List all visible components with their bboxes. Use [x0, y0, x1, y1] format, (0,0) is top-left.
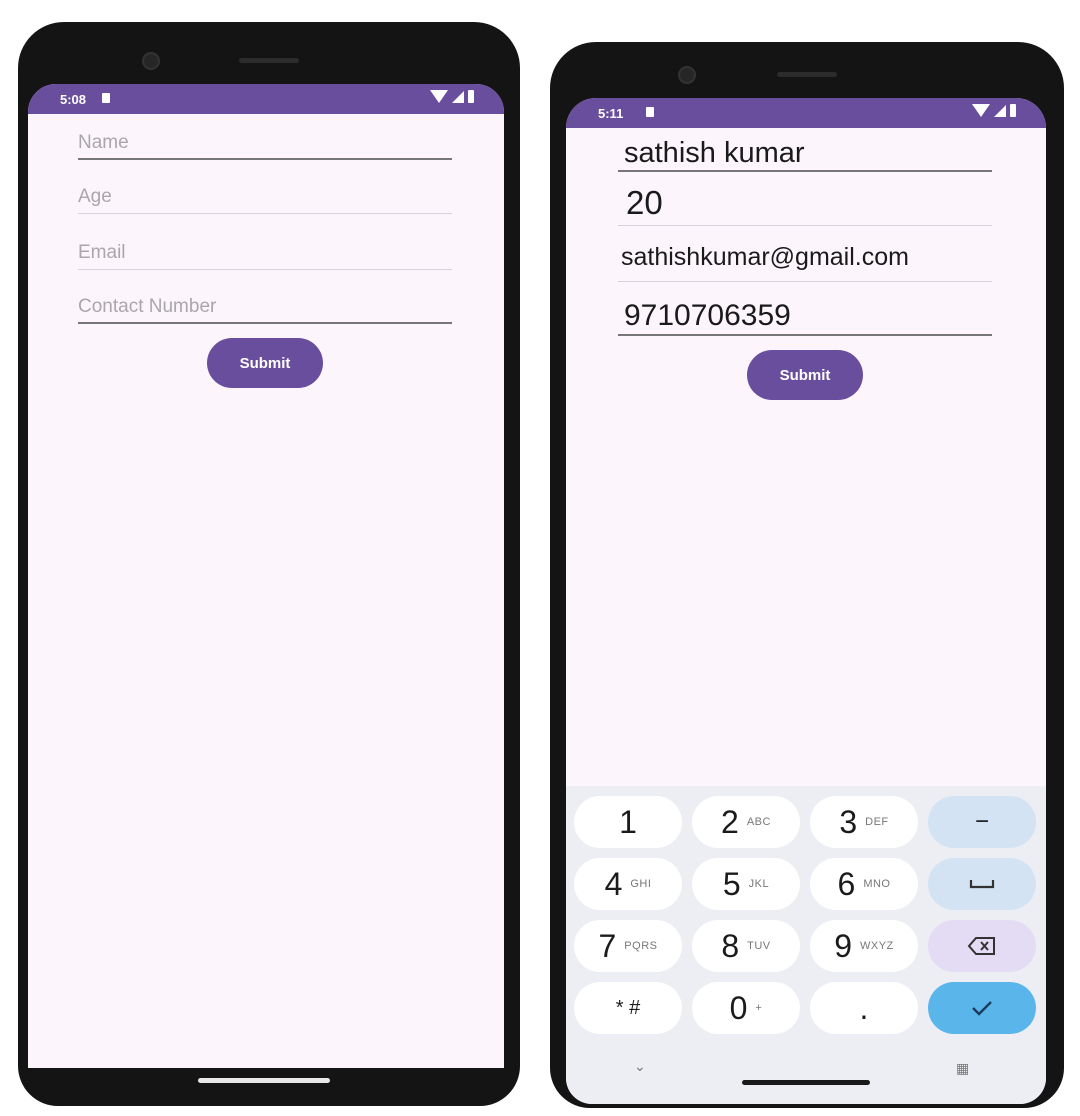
- key-4[interactable]: 4 GHI: [574, 858, 682, 910]
- status-bar: 5:08: [28, 84, 504, 114]
- age-field[interactable]: 20: [618, 184, 992, 226]
- signal-icon: [994, 104, 1006, 117]
- key-7[interactable]: 7 PQRS: [574, 920, 682, 972]
- key-digit: 5: [722, 865, 741, 902]
- name-value: sathish kumar: [624, 137, 805, 169]
- right-phone-frame: 5:11 sathish kumar 20 sathishkumar@gmail…: [550, 42, 1064, 1108]
- key-digit: 8: [721, 927, 740, 964]
- key-digit: .: [859, 989, 869, 1026]
- key-digit: * #: [615, 996, 641, 1019]
- key-minus[interactable]: −: [928, 796, 1036, 848]
- right-screen: 5:11 sathish kumar 20 sathishkumar@gmail…: [566, 98, 1046, 1104]
- key-digit: 9: [834, 927, 852, 964]
- contact-number-placeholder: Contact Number: [78, 296, 217, 317]
- key-3[interactable]: 3 DEF: [810, 796, 918, 848]
- key-letters: +: [755, 1002, 763, 1014]
- numeric-keyboard: 1 2 ABC 3 DEF − 4 GHI 5 JKL 6 MNO 7 PQRS…: [566, 786, 1046, 1104]
- key-letters: TUV: [747, 940, 771, 952]
- wifi-icon: [430, 90, 448, 103]
- email-underline: [618, 281, 992, 282]
- battery-icon: [1010, 104, 1016, 117]
- key-digit: 3: [839, 803, 858, 840]
- key-digit: 0: [729, 989, 748, 1026]
- signal-icon: [452, 90, 464, 103]
- key-letters: JKL: [748, 878, 770, 890]
- backspace-icon: [967, 937, 995, 955]
- name-underline: [78, 158, 452, 160]
- key-backspace[interactable]: [928, 920, 1036, 972]
- sim-icon: [646, 107, 654, 117]
- contact-number-field[interactable]: Contact Number: [78, 284, 452, 324]
- key-9[interactable]: 9 WXYZ: [810, 920, 918, 972]
- email-value: sathishkumar@gmail.com: [621, 243, 909, 271]
- check-icon: [972, 1001, 992, 1016]
- age-underline: [78, 213, 452, 214]
- left-screen: 5:08 Name Age Email Contact Number Submi…: [28, 84, 504, 1068]
- status-icons: [430, 90, 474, 103]
- key-6[interactable]: 6 MNO: [810, 858, 918, 910]
- keyboard-hide-icon[interactable]: ⌄: [634, 1058, 646, 1075]
- key-letters: WXYZ: [860, 940, 894, 952]
- key-digit: 7: [598, 927, 617, 964]
- status-time: 5:11: [598, 106, 624, 121]
- email-underline: [78, 269, 452, 270]
- battery-icon: [468, 90, 474, 103]
- status-time: 5:08: [60, 92, 87, 107]
- key-letters: GHI: [630, 878, 652, 890]
- key-dot[interactable]: .: [810, 982, 918, 1034]
- key-digit: 1: [619, 803, 637, 840]
- status-icons: [972, 104, 1016, 117]
- keyboard-switch-icon[interactable]: ▦: [956, 1060, 969, 1077]
- name-underline: [618, 170, 992, 172]
- key-1[interactable]: 1: [574, 796, 682, 848]
- contact-number-underline: [78, 322, 452, 324]
- key-digit: 6: [837, 865, 856, 902]
- name-field[interactable]: Name: [78, 120, 452, 160]
- submit-button[interactable]: Submit: [207, 338, 323, 388]
- name-placeholder: Name: [78, 132, 129, 153]
- age-placeholder: Age: [78, 186, 112, 207]
- minus-label: −: [974, 808, 989, 835]
- wifi-icon: [972, 104, 990, 117]
- left-phone-frame: 5:08 Name Age Email Contact Number Submi…: [18, 22, 520, 1106]
- key-digit: 4: [604, 865, 623, 902]
- key-0[interactable]: 0 +: [692, 982, 800, 1034]
- key-letters: ABC: [746, 816, 771, 828]
- key-star-hash[interactable]: * #: [574, 982, 682, 1034]
- home-indicator: [742, 1080, 870, 1085]
- key-letters: PQRS: [624, 940, 658, 952]
- key-2[interactable]: 2 ABC: [692, 796, 800, 848]
- age-underline: [618, 225, 992, 226]
- front-camera: [142, 52, 160, 70]
- key-letters: DEF: [865, 816, 889, 828]
- email-field[interactable]: sathishkumar@gmail.com: [618, 242, 992, 282]
- contact-number-underline: [618, 334, 992, 336]
- earpiece: [777, 72, 837, 77]
- sim-icon: [102, 93, 110, 103]
- email-placeholder: Email: [78, 242, 126, 263]
- submit-button[interactable]: Submit: [747, 350, 863, 400]
- age-value: 20: [626, 184, 663, 221]
- home-indicator: [198, 1078, 330, 1083]
- status-bar: 5:11: [566, 98, 1046, 128]
- contact-number-field[interactable]: 9710706359: [618, 296, 992, 336]
- space-icon: [969, 880, 995, 889]
- key-digit: 2: [721, 803, 739, 840]
- email-field[interactable]: Email: [78, 230, 452, 270]
- key-space[interactable]: [928, 858, 1036, 910]
- key-5[interactable]: 5 JKL: [692, 858, 800, 910]
- key-letters: MNO: [863, 878, 891, 890]
- contact-number-value: 9710706359: [624, 299, 791, 332]
- age-field[interactable]: Age: [78, 174, 452, 214]
- earpiece: [239, 58, 299, 63]
- name-field[interactable]: sathish kumar: [618, 132, 992, 172]
- front-camera: [678, 66, 696, 84]
- key-8[interactable]: 8 TUV: [692, 920, 800, 972]
- key-done[interactable]: [928, 982, 1036, 1034]
